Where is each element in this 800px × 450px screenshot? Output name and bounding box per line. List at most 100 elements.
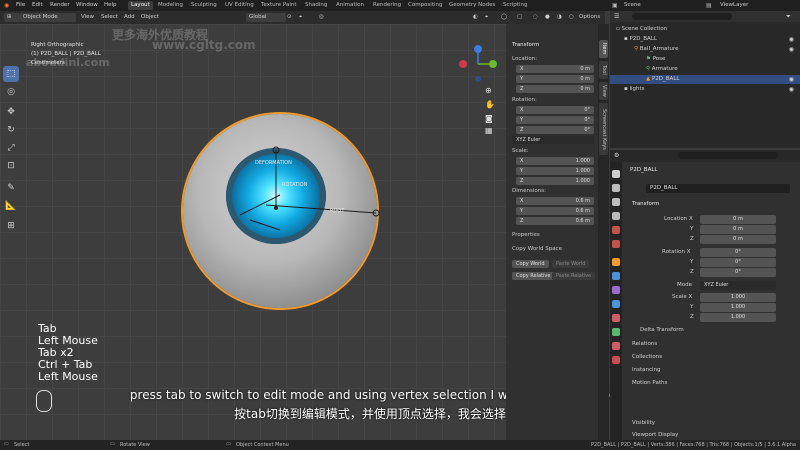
menu-window[interactable]: Window bbox=[76, 2, 98, 8]
texture-tab-icon[interactable] bbox=[612, 356, 620, 364]
visibility-section[interactable]: Visibility bbox=[632, 420, 655, 426]
scale-y-field[interactable]: Y 1.000 bbox=[516, 167, 594, 175]
navigation-gizmo[interactable] bbox=[458, 44, 498, 84]
transform-section-header[interactable]: Transform bbox=[632, 201, 659, 207]
copy-world-space-header[interactable]: Copy World Space bbox=[512, 246, 562, 252]
rotation-y-field[interactable]: Y 0° bbox=[516, 116, 594, 124]
instancing-section[interactable]: Instancing bbox=[632, 367, 661, 373]
scale-z-field[interactable]: Z 1.000 bbox=[516, 177, 594, 185]
dimension-z-field[interactable]: Z 0.6 m bbox=[516, 217, 594, 225]
location-x-field[interactable]: X0 m bbox=[516, 65, 594, 73]
rotation-mode-select[interactable]: XYZ Euler bbox=[700, 281, 776, 290]
copy-relative-button[interactable]: Copy Relative bbox=[512, 272, 555, 280]
menu-view[interactable]: View bbox=[78, 13, 97, 22]
scene-selector[interactable]: Scene bbox=[624, 2, 641, 8]
transform-orientation-selector[interactable]: Global bbox=[246, 13, 286, 22]
select-box-icon[interactable]: ⬚ bbox=[3, 66, 19, 82]
prop-location-z[interactable]: 0 m bbox=[700, 235, 776, 244]
tab-screencast-keys[interactable]: Screencast Keys bbox=[599, 103, 608, 155]
menu-file[interactable]: File bbox=[16, 2, 25, 8]
modifier-tab-icon[interactable] bbox=[612, 272, 620, 280]
physics-tab-icon[interactable] bbox=[612, 300, 620, 308]
tab-rendering[interactable]: Rendering bbox=[370, 1, 404, 10]
tab-shading[interactable]: Shading bbox=[302, 1, 330, 10]
outliner-row-pose[interactable]: ⚑ Pose bbox=[610, 55, 800, 64]
blender-logo-icon[interactable]: ◉ bbox=[4, 2, 9, 9]
eye-visibility-icon[interactable]: ◉ bbox=[789, 45, 794, 54]
outliner-row-scene-collection[interactable]: ▫ Scene Collection bbox=[610, 25, 800, 34]
rotation-mode-select[interactable]: XYZ Euler bbox=[512, 136, 594, 144]
pan-hand-icon[interactable]: ✋ bbox=[485, 100, 495, 109]
view-layer-tab-icon[interactable] bbox=[612, 212, 620, 220]
outliner-row-lights[interactable]: ▪ lights ◉ bbox=[610, 85, 800, 94]
outliner-editor-icon[interactable]: ☰ bbox=[614, 13, 619, 20]
eye-visibility-icon[interactable]: ◉ bbox=[789, 75, 794, 84]
outliner-row-p2d-ball-mesh[interactable]: ▲ P2D_BALL ◉ bbox=[610, 75, 800, 84]
delta-transform-section[interactable]: Delta Transform bbox=[640, 327, 684, 333]
tab-texture-paint[interactable]: Texture Paint bbox=[258, 1, 300, 10]
outliner-row-p2d-ball-collection[interactable]: ▪ P2D_BALL ◉ bbox=[610, 35, 800, 44]
prop-scale-y[interactable]: 1.000 bbox=[700, 303, 776, 312]
eye-visibility-icon[interactable]: ◉ bbox=[789, 35, 794, 44]
tab-item[interactable]: Item bbox=[599, 40, 608, 58]
overlay-icon[interactable]: ◯ bbox=[498, 13, 510, 22]
visibility-icon[interactable]: ◐ bbox=[470, 13, 481, 22]
move-icon[interactable]: ✥ bbox=[3, 104, 19, 120]
prop-location-x[interactable]: 0 m bbox=[700, 215, 776, 224]
scene-tab-icon[interactable] bbox=[612, 226, 620, 234]
world-tab-icon[interactable] bbox=[612, 240, 620, 248]
menu-object[interactable]: Object bbox=[138, 13, 162, 22]
particles-tab-icon[interactable] bbox=[612, 286, 620, 294]
prop-location-y[interactable]: 0 m bbox=[700, 225, 776, 234]
menu-help[interactable]: Help bbox=[104, 2, 117, 8]
menu-render[interactable]: Render bbox=[50, 2, 70, 8]
pivot-icon[interactable]: ⊙ bbox=[284, 13, 295, 22]
scale-x-field[interactable]: X 1.000 bbox=[516, 157, 594, 165]
location-z-field[interactable]: Z0 m bbox=[516, 85, 594, 93]
prop-scale-z[interactable]: 1.000 bbox=[700, 313, 776, 322]
location-y-field[interactable]: Y0 m bbox=[516, 75, 594, 83]
prop-rotation-z[interactable]: 0° bbox=[700, 268, 776, 277]
tool-tab-icon[interactable] bbox=[612, 170, 620, 178]
transform-icon[interactable]: ⊡ bbox=[3, 158, 19, 174]
rotation-z-field[interactable]: Z 0° bbox=[516, 126, 594, 134]
tab-compositing[interactable]: Compositing bbox=[405, 1, 445, 10]
copy-world-button[interactable]: Copy World bbox=[512, 260, 549, 268]
scale-icon[interactable]: ⤢ bbox=[3, 140, 19, 156]
camera-icon[interactable]: ◙ bbox=[485, 114, 493, 123]
motion-paths-section[interactable]: Motion Paths bbox=[632, 380, 667, 386]
viewport-display-section[interactable]: Viewport Display bbox=[632, 432, 678, 438]
add-cube-icon[interactable]: ⊞ bbox=[3, 218, 19, 234]
properties-editor-icon[interactable]: ⚙ bbox=[614, 152, 619, 159]
prop-scale-x[interactable]: 1.000 bbox=[700, 293, 776, 302]
shading-wire-icon[interactable]: ◌ bbox=[530, 13, 541, 22]
tab-sculpting[interactable]: Sculpting bbox=[188, 1, 220, 10]
options-button[interactable]: Options bbox=[576, 13, 603, 22]
grid-icon[interactable]: ▦ bbox=[485, 126, 493, 135]
eye-visibility-icon[interactable]: ◉ bbox=[789, 85, 794, 94]
data-tab-icon[interactable] bbox=[612, 328, 620, 336]
tab-scripting[interactable]: Scripting bbox=[500, 1, 530, 10]
gizmo-icon[interactable]: ⌖ bbox=[482, 13, 491, 22]
outliner-row-ball-armature[interactable]: ⚲ Ball_Armature ◉ bbox=[610, 45, 800, 54]
tab-geometry-nodes[interactable]: Geometry Nodes bbox=[446, 1, 498, 10]
tab-view[interactable]: View bbox=[599, 82, 608, 100]
mode-selector[interactable]: Object Mode bbox=[20, 13, 76, 22]
menu-select[interactable]: Select bbox=[98, 13, 121, 22]
constraints-tab-icon[interactable] bbox=[612, 314, 620, 322]
output-tab-icon[interactable] bbox=[612, 198, 620, 206]
snap-icon[interactable]: ⌖ bbox=[296, 13, 305, 22]
tab-modeling[interactable]: Modeling bbox=[155, 1, 186, 10]
prop-rotation-x[interactable]: 0° bbox=[700, 248, 776, 257]
dimension-x-field[interactable]: X 0.6 m bbox=[516, 197, 594, 205]
editor-type-icon[interactable]: ⊞ bbox=[4, 13, 20, 22]
dimension-y-field[interactable]: Y 0.6 m bbox=[516, 207, 594, 215]
transform-panel-title[interactable]: Transform bbox=[512, 42, 539, 48]
viewlayer-selector[interactable]: ViewLayer bbox=[720, 2, 748, 8]
paste-relative-button[interactable]: Paste Relative bbox=[552, 272, 596, 280]
rotate-icon[interactable]: ↻ bbox=[3, 122, 19, 138]
zoom-icon[interactable]: ⊕ bbox=[485, 86, 492, 95]
outliner-search-input[interactable] bbox=[632, 13, 732, 20]
properties-panel-header[interactable]: Properties bbox=[512, 232, 540, 238]
object-tab-icon[interactable] bbox=[612, 258, 620, 266]
